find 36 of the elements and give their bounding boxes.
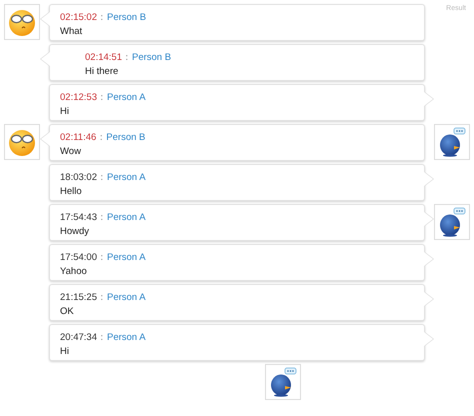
timestamp: 02:11:46: [60, 132, 96, 143]
separator: ：: [96, 212, 107, 223]
sender-name: Person A: [106, 332, 146, 343]
message-text: OK: [60, 306, 74, 317]
sender-name: Person A: [106, 172, 146, 183]
separator: ：: [96, 172, 107, 183]
separator: ：: [96, 92, 107, 103]
separator: ：: [96, 252, 107, 263]
separator: ：: [96, 132, 106, 143]
sender-name: Person A: [106, 212, 146, 223]
timestamp: 21:15:25: [60, 292, 97, 303]
timestamp: 17:54:00: [60, 252, 97, 263]
message-text: Howdy: [60, 226, 90, 237]
timestamp: 20:47:34: [60, 332, 97, 343]
separator: ：: [122, 52, 132, 63]
message-text: Hi there: [85, 66, 118, 77]
message-text: Yahoo: [60, 266, 87, 277]
timestamp: 02:14:51: [85, 52, 122, 63]
sender-name: Person B: [132, 52, 172, 63]
sender-name: Person A: [106, 252, 146, 263]
separator: ：: [96, 292, 107, 303]
message-text: Hi: [60, 106, 69, 117]
message-text: What: [60, 26, 82, 37]
sender-name: Person B: [106, 132, 146, 143]
message-text: Hi: [60, 346, 69, 357]
timestamp: 02:15:02: [60, 12, 97, 23]
message-text: Wow: [60, 146, 81, 157]
message-text: Hello: [60, 186, 82, 197]
sender-name: Person A: [106, 92, 146, 103]
sender-name: Person A: [106, 292, 146, 303]
timestamp: 18:03:02: [60, 172, 97, 183]
separator: ：: [96, 12, 107, 23]
separator: ：: [96, 332, 107, 343]
sender-name: Person B: [106, 12, 146, 23]
timestamp: 02:12:53: [60, 92, 97, 103]
timestamp: 17:54:43: [60, 212, 97, 223]
